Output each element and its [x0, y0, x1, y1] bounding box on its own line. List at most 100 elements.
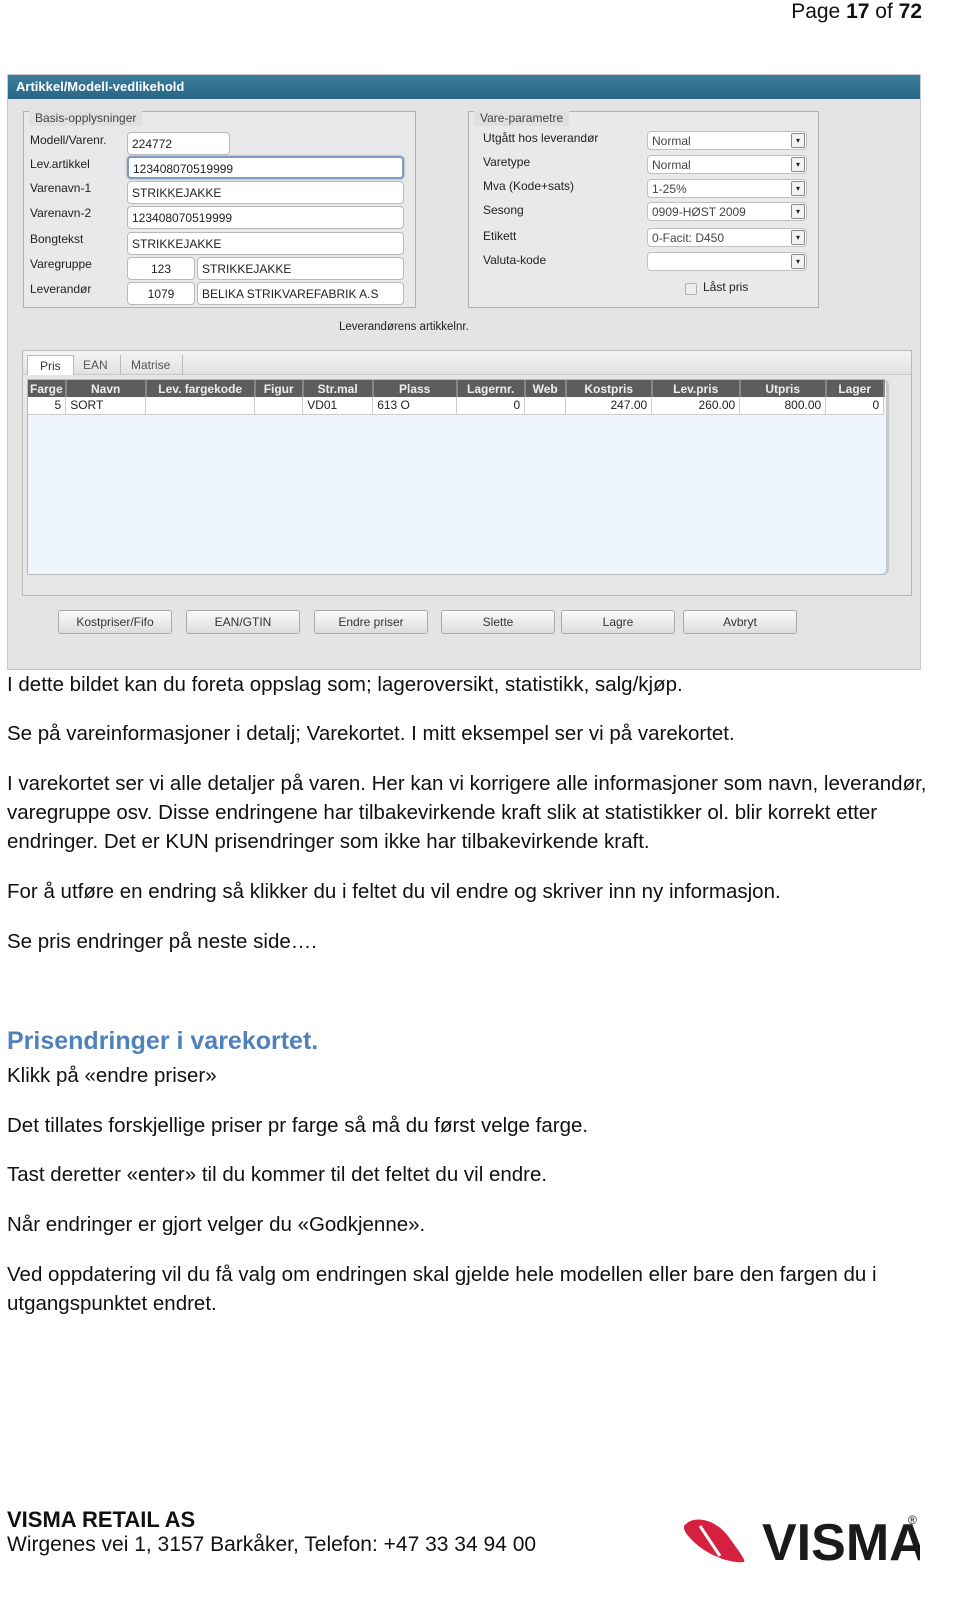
dropdown-arrow-icon[interactable]: ▾ [791, 204, 805, 219]
ean-gtin-button[interactable]: EAN/GTIN [186, 610, 300, 634]
tab-strip: Pris EAN Matrise [23, 351, 911, 375]
column-header[interactable]: Utpris [739, 380, 827, 397]
paragraph: For å utføre en endring så klikker du i … [7, 880, 781, 903]
field-label-varenavn-2: Varenavn-2 [30, 206, 92, 220]
leverandor-code-input[interactable]: 1079 [127, 282, 195, 305]
tab-pris[interactable]: Pris [27, 355, 74, 375]
page-current: 17 [846, 0, 870, 23]
mva-select[interactable]: 1-25% ▾ [647, 179, 807, 198]
varenavn-2-input[interactable]: 123408070519999 [127, 206, 404, 229]
last-pris-checkbox[interactable] [685, 283, 697, 295]
tabs-panel: Pris EAN Matrise Farge Navn Lev. fargekode… [22, 350, 912, 596]
column-header[interactable]: Plass [372, 380, 458, 397]
table-cell[interactable]: 0 [825, 397, 885, 415]
utgatt-select[interactable]: Normal ▾ [647, 131, 807, 150]
table-cell[interactable] [254, 397, 304, 415]
field-label-bongtekst: Bongtekst [30, 232, 84, 246]
table-cell[interactable]: 247.00 [565, 397, 653, 415]
dropdown-arrow-icon[interactable]: ▾ [791, 254, 805, 269]
endre-priser-button[interactable]: Endre priser [314, 610, 428, 634]
dropdown-arrow-icon[interactable]: ▾ [791, 157, 805, 172]
table-row[interactable]: 5 SORT VD01 613 O 0 247.00 260.00 800.00 0 [28, 397, 885, 415]
column-header[interactable]: Str.mal [302, 380, 374, 397]
avbryt-button[interactable]: Avbryt [683, 610, 797, 634]
dropdown-arrow-icon[interactable]: ▾ [791, 133, 805, 148]
page-prefix: Page [791, 0, 841, 23]
paragraph: Tast deretter «enter» til du kommer til … [7, 1163, 548, 1186]
varegruppe-code-input[interactable]: 123 [127, 257, 195, 280]
column-header[interactable]: Figur [254, 380, 304, 397]
last-pris-label: Låst pris [703, 280, 749, 294]
param-label-varetype: Varetype [483, 155, 531, 169]
column-header[interactable]: Lev. fargekode [145, 380, 256, 397]
visma-logo: VISMA ® [683, 1510, 927, 1572]
column-header[interactable]: Navn [65, 380, 147, 397]
table-cell[interactable]: 5 [28, 397, 67, 415]
field-label-modell: Modell/Varenr. [30, 133, 107, 147]
basis-group: Basis-opplysninger Modell/Varenr. 224772… [23, 111, 416, 308]
table-cell[interactable] [524, 397, 567, 415]
paragraph: Se på vareinformasjoner i detalj; Vareko… [7, 722, 735, 745]
param-label-utgatt: Utgått hos leverandør [483, 131, 599, 145]
column-header[interactable]: Lager [825, 380, 885, 397]
dropdown-arrow-icon[interactable]: ▾ [791, 181, 805, 196]
param-label-mva: Mva (Kode+sats) [483, 179, 575, 193]
table-cell[interactable]: 613 O [372, 397, 458, 415]
price-table: Farge Navn Lev. fargekode Figur Str.mal Plass… [28, 380, 885, 415]
hint-label: Leverandørens artikkelnr. [339, 321, 469, 333]
kostpriser-fifo-button[interactable]: Kostpriser/Fifo [58, 610, 172, 634]
lagre-button[interactable]: Lagre [561, 610, 675, 634]
slette-button[interactable]: Slette [441, 610, 555, 634]
footer-address: Wirgenes vei 1, 3157 Barkåker, Telefon: … [7, 1533, 537, 1556]
paragraph: Klikk på «endre priser» [7, 1064, 217, 1087]
registered-mark: ® [908, 1513, 917, 1527]
table-cell[interactable] [145, 397, 256, 415]
field-label-leverandor: Leverandør [30, 282, 92, 296]
valuta-select[interactable]: ▾ [647, 252, 807, 271]
params-legend: Vare-parametre [474, 111, 570, 126]
table-cell[interactable]: 0 [456, 397, 526, 415]
lev-artikkel-input[interactable]: 123408070519999 [127, 156, 404, 179]
table-cell[interactable]: 260.00 [651, 397, 741, 415]
field-label-lev-artikkel: Lev.artikkel [30, 157, 90, 171]
etikett-select[interactable]: 0-Facit: D450 ▾ [647, 228, 807, 247]
price-grid: Farge Navn Lev. fargekode Figur Str.mal Plass… [27, 379, 889, 575]
sesong-select[interactable]: 0909-HØST 2009 ▾ [647, 202, 807, 221]
varegruppe-name-input[interactable]: STRIKKEJAKKE [197, 257, 404, 280]
column-header[interactable]: Lagernr. [456, 380, 526, 397]
param-label-etikett: Etikett [483, 229, 517, 243]
varenavn-1-input[interactable]: STRIKKEJAKKE [127, 181, 404, 204]
varetype-select[interactable]: Normal ▾ [647, 155, 807, 174]
app-window-screenshot: Artikkel/Modell-vedlikehold Basis-opplys… [7, 74, 921, 670]
basis-legend: Basis-opplysninger [29, 111, 143, 126]
modell-input[interactable]: 224772 [127, 132, 230, 155]
table-cell[interactable]: 800.00 [739, 397, 827, 415]
field-label-varegruppe: Varegruppe [30, 257, 92, 271]
page-total: 72 [898, 0, 922, 23]
bongtekst-input[interactable]: STRIKKEJAKKE [127, 232, 404, 255]
column-header[interactable]: Web [524, 380, 567, 397]
footer-company: VISMA RETAIL AS [7, 1507, 196, 1532]
window-title: Artikkel/Modell-vedlikehold [8, 75, 920, 99]
param-label-sesong: Sesong [483, 203, 524, 217]
visma-swoosh-icon: VISMA ® [683, 1513, 927, 1572]
params-group: Vare-parametre Utgått hos leverandør Nor… [468, 111, 819, 308]
paragraph: I varekortet ser vi alle detaljer på var… [7, 772, 927, 853]
column-header[interactable]: Lev.pris [651, 380, 741, 397]
table-cell[interactable]: VD01 [302, 397, 374, 415]
page-of: of [875, 0, 893, 23]
column-header[interactable]: Kostpris [565, 380, 653, 397]
paragraph: I dette bildet kan du foreta oppslag som… [7, 673, 683, 696]
page-number: Page 17 of 72 [791, 0, 922, 24]
paragraph: Det tillates forskjellige priser pr farg… [7, 1114, 589, 1137]
leverandor-name-input[interactable]: BELIKA STRIKVAREFABRIK A.S [197, 282, 404, 305]
column-header[interactable]: Farge [28, 380, 67, 397]
dropdown-arrow-icon[interactable]: ▾ [791, 230, 805, 245]
paragraph: Se pris endringer på neste side…. [7, 930, 317, 953]
tab-matrise[interactable]: Matrise [119, 355, 184, 375]
table-cell[interactable]: SORT [65, 397, 147, 415]
param-label-valuta: Valuta-kode [483, 253, 547, 267]
field-label-varenavn-1: Varenavn-1 [30, 181, 92, 195]
section-heading: Prisendringer i varekortet. [7, 1027, 319, 1055]
tab-ean[interactable]: EAN [71, 355, 121, 375]
